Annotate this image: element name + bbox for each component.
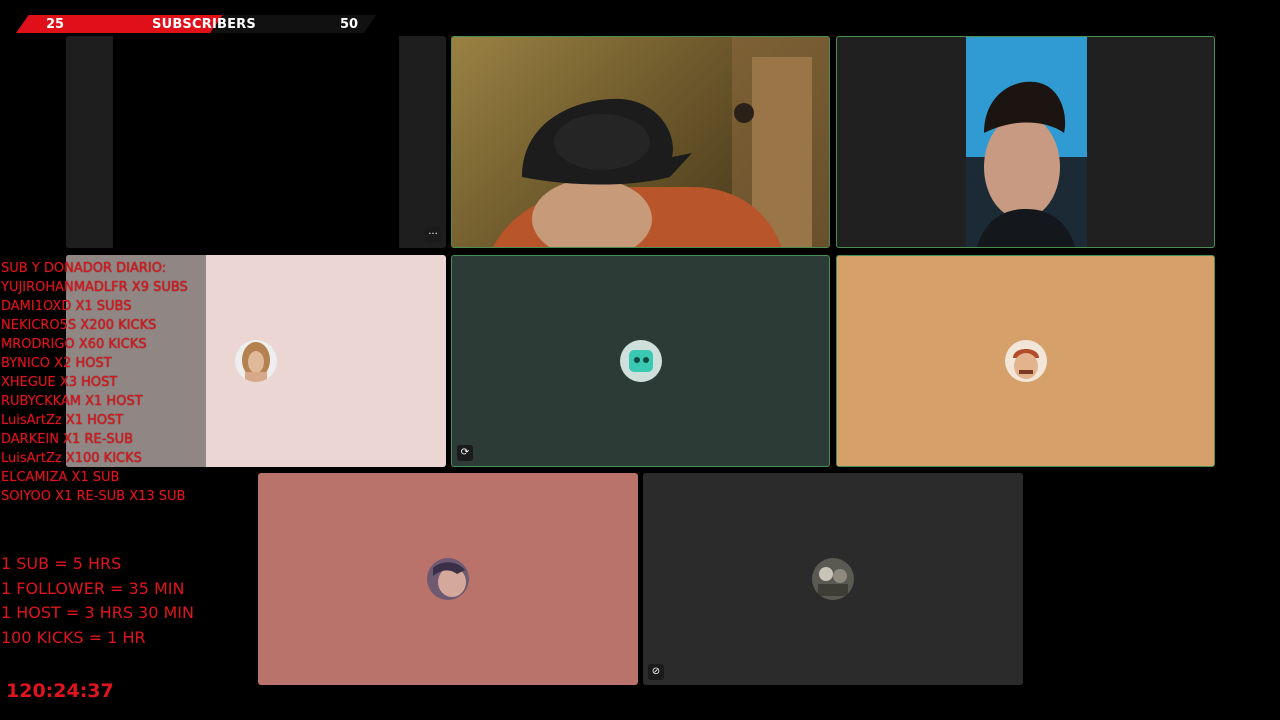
tile-avatar-group[interactable]: ⊘ [643, 473, 1023, 685]
subscriber-label: SUBSCRIBERS [152, 17, 256, 32]
donor-entry: SOIYOO X1 RE-SUB X13 SUB [1, 489, 186, 504]
donor-entry: MRODRIGO X60 KICKS [1, 337, 147, 352]
rule-kicks: 100 KICKS = 1 HR [1, 627, 146, 647]
rule-host: 1 HOST = 3 HRS 30 MIN [1, 603, 194, 622]
donor-entry: ELCAMIZA X1 SUB [1, 470, 120, 485]
tile-side-panel-left [66, 36, 113, 248]
donor-entry: XHEGUE X3 HOST [1, 375, 118, 390]
avatar-group [812, 558, 854, 600]
donor-entry: LuisArtZz X1 HOST [1, 413, 124, 428]
tile-avatar-face[interactable] [258, 473, 638, 685]
more-icon[interactable]: ··· [425, 227, 441, 243]
webcam-person-image [493, 37, 829, 247]
donor-entry: RUBYCKKAM X1 HOST [1, 394, 143, 409]
tile-side-panel-right [399, 36, 446, 248]
avatar-teal-bot [619, 340, 662, 382]
subathon-rules: 1 SUB = 5 HRS 1 FOLLOWER = 35 MIN 1 HOST… [1, 552, 194, 650]
tile-webcam-cap[interactable] [451, 36, 830, 248]
donor-entry: YUJIROHANMADLFR X9 SUBS [1, 280, 188, 295]
rule-follower: 1 FOLLOWER = 35 MIN [1, 578, 185, 598]
donor-entry: NEKICRO5S X200 KICKS [1, 318, 157, 333]
donor-entry: LuisArtZz X100 KICKS [1, 451, 142, 466]
subscriber-count: 25 [46, 17, 65, 32]
donor-entry: DARKEIN X1 RE-SUB [1, 432, 134, 447]
muted-mic-icon: ⊘ [648, 664, 664, 680]
tile-phone-cam[interactable] [836, 36, 1215, 248]
avatar-cartoon [1004, 340, 1047, 382]
refresh-icon: ⟳ [457, 445, 473, 461]
rule-sub: 1 SUB = 5 HRS [1, 554, 122, 573]
daily-donors-title: SUB Y DONADOR DIARIO: [1, 261, 167, 276]
subscriber-goal: 50 [340, 17, 359, 32]
phone-cam-image [966, 37, 1087, 247]
tile-camera-off[interactable]: ··· [66, 36, 446, 248]
donor-entry: BYNICO X2 HOST [1, 356, 112, 371]
avatar-face [427, 558, 469, 600]
donor-entry: DAMI1OXD X1 SUBS [1, 299, 132, 314]
subathon-timer: 120:24:37 [6, 680, 114, 702]
tile-avatar-teal-bot[interactable]: ⟳ [451, 255, 830, 467]
daily-donors-list: SUB Y DONADOR DIARIO: YUJIROHANMADLFR X9… [1, 259, 188, 506]
tile-avatar-cartoon[interactable] [836, 255, 1215, 467]
avatar-long-hair [235, 340, 277, 382]
